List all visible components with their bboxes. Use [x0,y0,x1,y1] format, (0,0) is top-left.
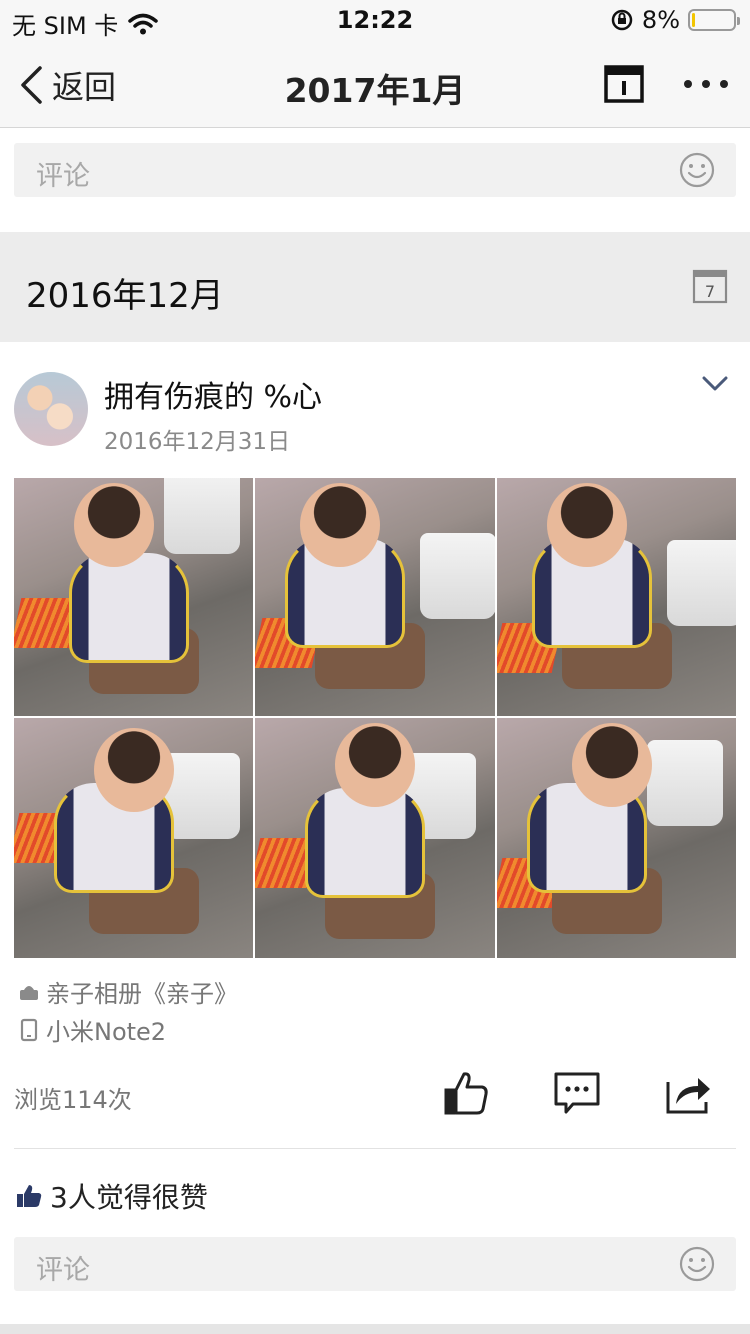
post-date: 2016年12月31日 [104,429,291,455]
device-line: 小米Note2 [18,1012,166,1047]
photo-head [94,728,174,812]
photo-head [572,723,652,807]
photo-head [547,483,627,567]
thumbs-up-icon [17,1185,42,1207]
smile-icon[interactable] [678,1245,716,1283]
more-dot [720,80,728,88]
photo-bucket [647,740,723,826]
status-bar: 无 SIM 卡 12:22 8% [0,0,750,40]
photo-thumbnail[interactable] [14,718,253,958]
photo-thumbnail[interactable] [14,478,253,716]
battery-fill [692,13,695,27]
rotation-lock-icon [611,9,633,31]
album-line[interactable]: 亲子相册《亲子》 [18,974,238,1009]
photo-head [335,723,415,807]
photo-bucket [667,540,736,626]
comment-placeholder: 评论 [36,1255,90,1286]
like-icon[interactable] [442,1070,490,1116]
chevron-left-icon [21,66,42,104]
post-user-name[interactable]: 拥有伤痕的 %心 [104,372,322,416]
photo-head [74,483,154,567]
more-button[interactable] [684,74,732,94]
next-section-strip [0,1324,750,1334]
device-label: 小米Note2 [46,1018,167,1046]
nav-bar: 返回 2017年1月 [0,40,750,128]
smile-icon[interactable] [678,151,716,189]
photo-bucket [420,533,495,619]
photo-bucket [164,478,240,554]
calendar-icon[interactable] [604,64,644,104]
status-bar-right: 8% [610,6,740,34]
divider [14,1148,736,1149]
share-icon[interactable] [664,1070,712,1116]
like-summary[interactable]: 3人觉得很赞 [16,1176,208,1216]
chevron-down-icon[interactable] [702,374,728,394]
photo-thumbnail[interactable] [497,478,736,716]
comment-input-top[interactable]: 评论 [14,143,736,197]
calendar-day-number: 7 [705,282,715,301]
month-title: 2016年12月 [26,276,224,316]
more-dot [702,80,710,88]
month-section-header: 2016年12月 [0,232,750,342]
comment-input-bottom[interactable]: 评论 [14,1237,736,1291]
back-label: 返回 [52,68,117,106]
album-label: 亲子相册《亲子》 [46,980,238,1008]
battery-icon [688,9,740,31]
photo-grid [14,478,736,958]
back-button[interactable]: 返回 [18,62,116,108]
view-count: 浏览114次 [14,1086,132,1114]
comment-icon[interactable] [553,1070,601,1116]
avatar[interactable] [14,372,88,446]
photo-thumbnail[interactable] [255,478,495,716]
photo-thumbnail[interactable] [497,718,736,958]
phone-icon [20,1018,38,1041]
more-dot [684,80,692,88]
comment-placeholder: 评论 [36,161,90,192]
photo-body [69,553,189,663]
photo-head [300,483,380,567]
like-summary-text: 3人觉得很赞 [50,1181,208,1214]
battery-percent: 8% [641,6,680,34]
photo-bucket [164,753,240,839]
album-icon [20,985,38,1000]
photo-thumbnail[interactable] [255,718,495,958]
calendar-7-icon[interactable]: 7 [692,268,728,304]
